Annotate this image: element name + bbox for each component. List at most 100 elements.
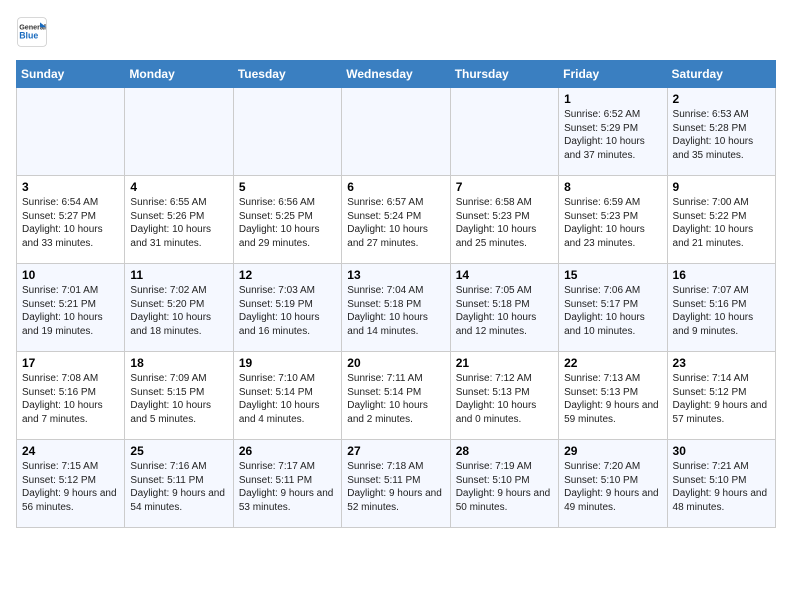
day-number: 8 xyxy=(564,180,661,194)
logo: General Blue xyxy=(16,16,52,48)
calendar-cell: 28 Sunrise: 7:19 AM Sunset: 5:10 PM Dayli… xyxy=(450,440,558,528)
day-number: 6 xyxy=(347,180,444,194)
calendar-cell xyxy=(233,88,341,176)
calendar-cell: 17 Sunrise: 7:08 AM Sunset: 5:16 PM Dayli… xyxy=(17,352,125,440)
calendar-cell: 11 Sunrise: 7:02 AM Sunset: 5:20 PM Dayli… xyxy=(125,264,233,352)
day-info: Sunrise: 6:53 AM Sunset: 5:28 PM Dayligh… xyxy=(673,108,770,162)
day-info: Sunrise: 6:55 AM Sunset: 5:26 PM Dayligh… xyxy=(130,196,227,250)
day-info: Sunrise: 7:17 AM Sunset: 5:11 PM Dayligh… xyxy=(239,460,336,514)
day-number: 3 xyxy=(22,180,119,194)
day-info: Sunrise: 7:00 AM Sunset: 5:22 PM Dayligh… xyxy=(673,196,770,250)
day-number: 30 xyxy=(673,444,770,458)
calendar-cell: 3 Sunrise: 6:54 AM Sunset: 5:27 PM Daylig… xyxy=(17,176,125,264)
day-number: 29 xyxy=(564,444,661,458)
day-info: Sunrise: 7:08 AM Sunset: 5:16 PM Dayligh… xyxy=(22,372,119,426)
calendar-body: 1 Sunrise: 6:52 AM Sunset: 5:29 PM Daylig… xyxy=(17,88,776,528)
day-number: 14 xyxy=(456,268,553,282)
day-info: Sunrise: 7:07 AM Sunset: 5:16 PM Dayligh… xyxy=(673,284,770,338)
day-number: 15 xyxy=(564,268,661,282)
day-number: 22 xyxy=(564,356,661,370)
calendar-cell: 14Sunrise: 7:05 AM Sunset: 5:18 PM Dayli… xyxy=(450,264,558,352)
day-number: 25 xyxy=(130,444,227,458)
calendar-cell: 7 Sunrise: 6:58 AM Sunset: 5:23 PM Daylig… xyxy=(450,176,558,264)
day-info: Sunrise: 7:21 AM Sunset: 5:10 PM Dayligh… xyxy=(673,460,770,514)
day-info: Sunrise: 7:01 AM Sunset: 5:21 PM Dayligh… xyxy=(22,284,119,338)
day-number: 26 xyxy=(239,444,336,458)
day-number: 21 xyxy=(456,356,553,370)
calendar-cell: 27 Sunrise: 7:18 AM Sunset: 5:11 PM Dayli… xyxy=(342,440,450,528)
day-info: Sunrise: 6:57 AM Sunset: 5:24 PM Dayligh… xyxy=(347,196,444,250)
svg-text:Blue: Blue xyxy=(19,30,38,40)
calendar-cell xyxy=(342,88,450,176)
calendar-cell: 21 Sunrise: 7:12 AM Sunset: 5:13 PM Dayli… xyxy=(450,352,558,440)
calendar-cell: 9 Sunrise: 7:00 AM Sunset: 5:22 PM Daylig… xyxy=(667,176,775,264)
day-info: Sunrise: 6:54 AM Sunset: 5:27 PM Dayligh… xyxy=(22,196,119,250)
calendar-cell: 18Sunrise: 7:09 AM Sunset: 5:15 PM Dayli… xyxy=(125,352,233,440)
day-number: 28 xyxy=(456,444,553,458)
day-number: 9 xyxy=(673,180,770,194)
day-header-friday: Friday xyxy=(559,61,667,88)
day-info: Sunrise: 7:19 AM Sunset: 5:10 PM Dayligh… xyxy=(456,460,553,514)
calendar-cell: 8 Sunrise: 6:59 AM Sunset: 5:23 PM Daylig… xyxy=(559,176,667,264)
day-info: Sunrise: 7:16 AM Sunset: 5:11 PM Dayligh… xyxy=(130,460,227,514)
day-number: 13 xyxy=(347,268,444,282)
day-info: Sunrise: 7:06 AM Sunset: 5:17 PM Dayligh… xyxy=(564,284,661,338)
day-number: 2 xyxy=(673,92,770,106)
calendar-cell xyxy=(17,88,125,176)
day-header-sunday: Sunday xyxy=(17,61,125,88)
calendar-cell: 23Sunrise: 7:14 AM Sunset: 5:12 PM Dayli… xyxy=(667,352,775,440)
calendar-cell: 13Sunrise: 7:04 AM Sunset: 5:18 PM Dayli… xyxy=(342,264,450,352)
calendar-cell: 2 Sunrise: 6:53 AM Sunset: 5:28 PM Daylig… xyxy=(667,88,775,176)
day-number: 24 xyxy=(22,444,119,458)
day-info: Sunrise: 7:20 AM Sunset: 5:10 PM Dayligh… xyxy=(564,460,661,514)
day-number: 20 xyxy=(347,356,444,370)
day-number: 7 xyxy=(456,180,553,194)
day-info: Sunrise: 6:58 AM Sunset: 5:23 PM Dayligh… xyxy=(456,196,553,250)
day-info: Sunrise: 7:09 AM Sunset: 5:15 PM Dayligh… xyxy=(130,372,227,426)
day-info: Sunrise: 7:03 AM Sunset: 5:19 PM Dayligh… xyxy=(239,284,336,338)
day-info: Sunrise: 7:02 AM Sunset: 5:20 PM Dayligh… xyxy=(130,284,227,338)
calendar-cell: 6 Sunrise: 6:57 AM Sunset: 5:24 PM Daylig… xyxy=(342,176,450,264)
day-info: Sunrise: 7:12 AM Sunset: 5:13 PM Dayligh… xyxy=(456,372,553,426)
day-number: 10 xyxy=(22,268,119,282)
calendar-cell: 25 Sunrise: 7:16 AM Sunset: 5:11 PM Dayli… xyxy=(125,440,233,528)
day-header-tuesday: Tuesday xyxy=(233,61,341,88)
calendar-header: SundayMondayTuesdayWednesdayThursdayFrid… xyxy=(17,61,776,88)
day-number: 27 xyxy=(347,444,444,458)
calendar-week-4: 24Sunrise: 7:15 AM Sunset: 5:12 PM Dayli… xyxy=(17,440,776,528)
day-info: Sunrise: 7:18 AM Sunset: 5:11 PM Dayligh… xyxy=(347,460,444,514)
calendar-cell: 15 Sunrise: 7:06 AM Sunset: 5:17 PM Dayli… xyxy=(559,264,667,352)
day-number: 1 xyxy=(564,92,661,106)
calendar-week-2: 10 Sunrise: 7:01 AM Sunset: 5:21 PM Dayli… xyxy=(17,264,776,352)
day-header-monday: Monday xyxy=(125,61,233,88)
day-info: Sunrise: 7:14 AM Sunset: 5:12 PM Dayligh… xyxy=(673,372,770,426)
calendar-cell: 12 Sunrise: 7:03 AM Sunset: 5:19 PM Dayli… xyxy=(233,264,341,352)
calendar-cell: 4Sunrise: 6:55 AM Sunset: 5:26 PM Daylig… xyxy=(125,176,233,264)
day-header-thursday: Thursday xyxy=(450,61,558,88)
day-number: 11 xyxy=(130,268,227,282)
day-header-wednesday: Wednesday xyxy=(342,61,450,88)
day-header-saturday: Saturday xyxy=(667,61,775,88)
day-number: 12 xyxy=(239,268,336,282)
calendar-cell: 16 Sunrise: 7:07 AM Sunset: 5:16 PM Dayli… xyxy=(667,264,775,352)
calendar-cell: 19 Sunrise: 7:10 AM Sunset: 5:14 PM Dayli… xyxy=(233,352,341,440)
calendar-cell: 1 Sunrise: 6:52 AM Sunset: 5:29 PM Daylig… xyxy=(559,88,667,176)
calendar-cell: 5 Sunrise: 6:56 AM Sunset: 5:25 PM Daylig… xyxy=(233,176,341,264)
calendar-cell: 29 Sunrise: 7:20 AM Sunset: 5:10 PM Dayli… xyxy=(559,440,667,528)
calendar-cell: 22 Sunrise: 7:13 AM Sunset: 5:13 PM Dayli… xyxy=(559,352,667,440)
calendar-week-1: 3 Sunrise: 6:54 AM Sunset: 5:27 PM Daylig… xyxy=(17,176,776,264)
day-info: Sunrise: 6:59 AM Sunset: 5:23 PM Dayligh… xyxy=(564,196,661,250)
calendar-week-0: 1 Sunrise: 6:52 AM Sunset: 5:29 PM Daylig… xyxy=(17,88,776,176)
day-number: 5 xyxy=(239,180,336,194)
day-info: Sunrise: 7:13 AM Sunset: 5:13 PM Dayligh… xyxy=(564,372,661,426)
calendar-cell xyxy=(125,88,233,176)
calendar-cell xyxy=(450,88,558,176)
day-number: 19 xyxy=(239,356,336,370)
day-info: Sunrise: 7:10 AM Sunset: 5:14 PM Dayligh… xyxy=(239,372,336,426)
day-info: Sunrise: 6:52 AM Sunset: 5:29 PM Dayligh… xyxy=(564,108,661,162)
day-number: 16 xyxy=(673,268,770,282)
calendar-cell: 20Sunrise: 7:11 AM Sunset: 5:14 PM Dayli… xyxy=(342,352,450,440)
calendar-cell: 24Sunrise: 7:15 AM Sunset: 5:12 PM Dayli… xyxy=(17,440,125,528)
day-number: 17 xyxy=(22,356,119,370)
day-info: Sunrise: 6:56 AM Sunset: 5:25 PM Dayligh… xyxy=(239,196,336,250)
